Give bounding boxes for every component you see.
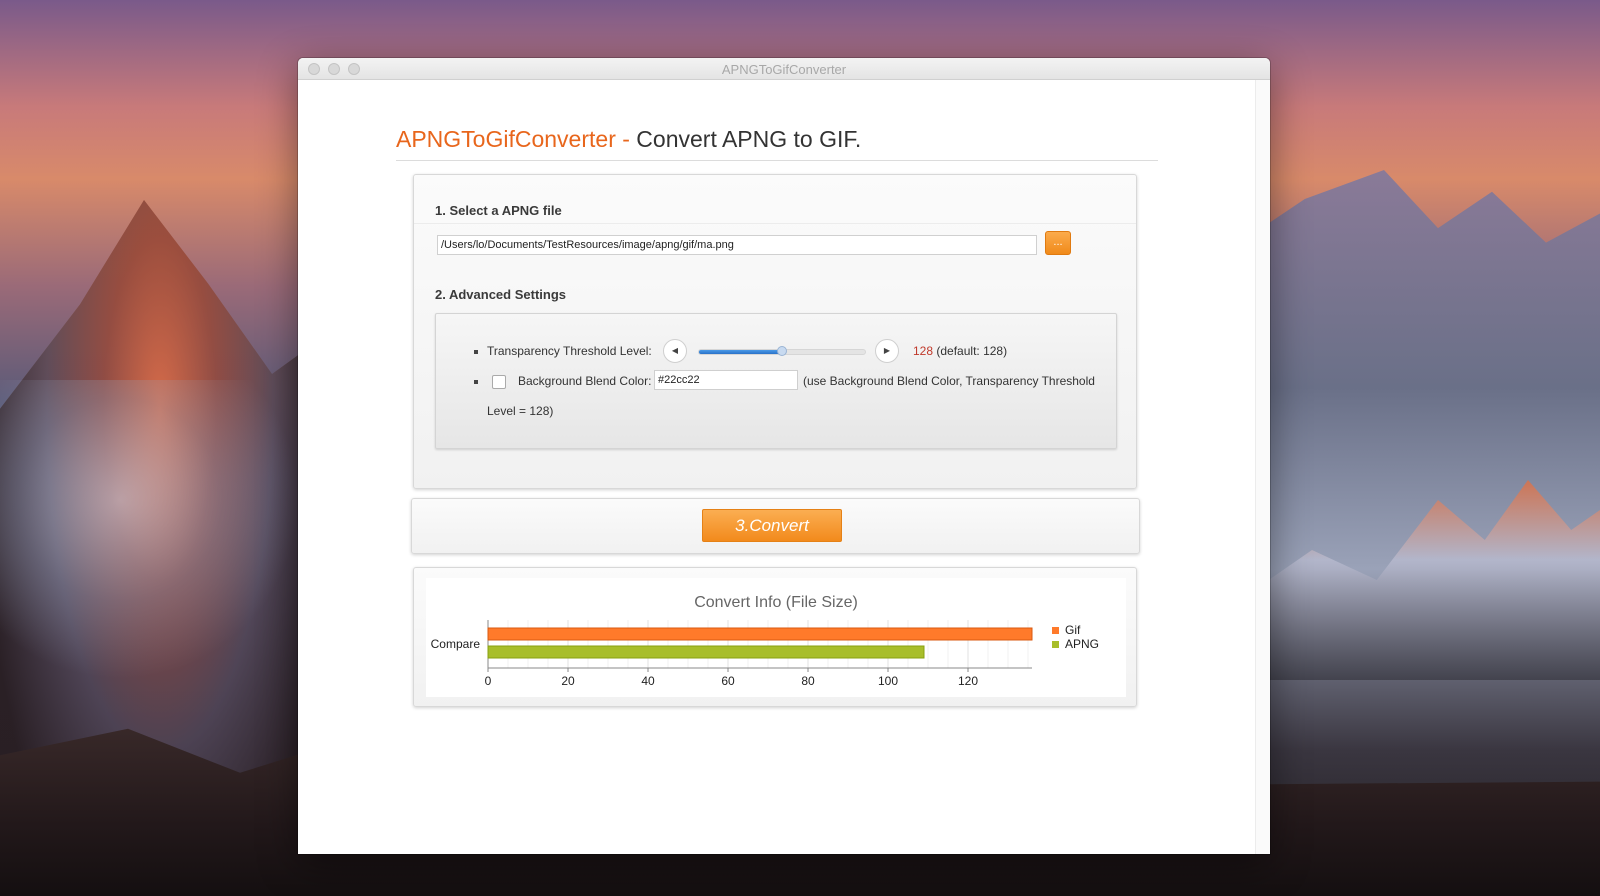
advanced-settings-heading: 2. Advanced Settings — [435, 287, 566, 302]
arrow-right-icon: ▶ — [883, 346, 891, 355]
threshold-decrease-button[interactable]: ◀ — [663, 339, 687, 363]
x-tick-label: 0 — [485, 674, 492, 688]
threshold-increase-button[interactable]: ▶ — [875, 339, 899, 363]
chart-area: Convert Info (File Size) 0 20 40 60 80 100 120… — [426, 578, 1126, 697]
threshold-default: (default: 128) — [936, 344, 1008, 358]
legend-label-apng: APNG — [1065, 637, 1099, 651]
blend-color-input[interactable] — [654, 370, 798, 390]
x-tick-label: 60 — [721, 674, 735, 688]
threshold-value: 128 — [913, 344, 934, 358]
legend-label-gif: Gif — [1065, 623, 1081, 637]
convert-info-panel: Convert Info (File Size) 0 20 40 60 80 100 120… — [413, 567, 1137, 707]
blend-color-hint-continued: Level = 128) — [487, 404, 554, 418]
bar-apng — [487, 645, 925, 659]
x-tick-label: 120 — [958, 674, 978, 688]
desktop-snow-left — [0, 380, 300, 680]
legend-swatch-gif — [1052, 627, 1059, 634]
threshold-slider-handle[interactable] — [777, 346, 787, 356]
bar-gif — [487, 627, 1033, 641]
x-tick-label: 80 — [801, 674, 815, 688]
app-window: APNGToGifConverter APNGToGifConverter - … — [298, 58, 1270, 854]
file-path-input[interactable] — [437, 235, 1037, 255]
x-tick-label: 20 — [561, 674, 575, 688]
convert-panel: 3.Convert — [411, 498, 1140, 554]
threshold-label: Transparency Threshold Level: — [487, 344, 652, 358]
blend-color-hint: (use Background Blend Color, Transparenc… — [803, 374, 1095, 388]
advanced-settings-box: Transparency Threshold Level: ◀ ▶ 128 (d… — [435, 313, 1117, 449]
convert-button[interactable]: 3.Convert — [702, 509, 842, 542]
page-title: APNGToGifConverter - Convert APNG to GIF… — [396, 126, 1158, 161]
page-tagline: Convert APNG to GIF. — [636, 126, 862, 152]
legend-swatch-apng — [1052, 641, 1059, 648]
window-title: APNGToGifConverter — [721, 62, 847, 77]
select-file-heading: 1. Select a APNG file — [435, 203, 562, 218]
settings-panel: 1. Select a APNG file ... 2. Advanced Se… — [413, 174, 1137, 489]
threshold-slider-fill — [699, 350, 782, 354]
threshold-value-readout: 128 (default: 128) — [913, 344, 1007, 358]
file-size-chart: 0 20 40 60 80 100 120 Compare GifAPNG — [431, 620, 1099, 688]
arrow-left-icon: ◀ — [671, 346, 679, 355]
bullet-icon — [474, 380, 478, 384]
blend-color-checkbox[interactable] — [492, 375, 506, 389]
brand-name: APNGToGifConverter - — [396, 126, 630, 152]
section-divider — [414, 223, 1136, 224]
bullet-icon — [474, 350, 478, 354]
app-content: APNGToGifConverter - Convert APNG to GIF… — [298, 80, 1255, 854]
title-bar[interactable]: APNGToGifConverter — [298, 58, 1270, 80]
x-tick-label: 100 — [878, 674, 898, 688]
x-tick-label: 40 — [641, 674, 655, 688]
browse-file-button[interactable]: ... — [1045, 231, 1071, 255]
blend-color-label: Background Blend Color: — [518, 374, 652, 388]
vertical-scrollbar[interactable] — [1255, 80, 1270, 854]
category-label: Compare — [431, 637, 481, 651]
